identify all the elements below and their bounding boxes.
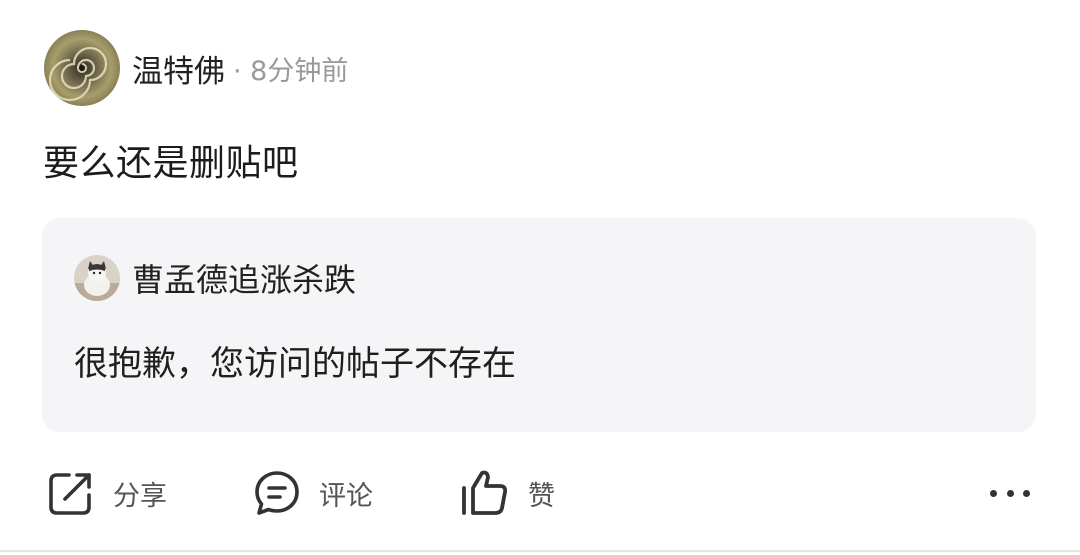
action-bar: 分享 评论 赞 — [0, 462, 1080, 524]
more-button[interactable] — [990, 478, 1030, 508]
bottom-divider — [0, 550, 1080, 552]
more-dot — [1006, 489, 1014, 497]
post-header: 温特佛 · 8分钟前 — [44, 30, 348, 106]
share-button[interactable]: 分享 — [47, 462, 167, 524]
comment-label: 评论 — [319, 480, 373, 512]
like-button[interactable]: 赞 — [460, 462, 555, 524]
share-label: 分享 — [113, 480, 167, 512]
quoted-author-avatar[interactable] — [74, 255, 120, 301]
author-name[interactable]: 温特佛 — [132, 46, 225, 91]
comment-button[interactable]: 评论 — [253, 462, 373, 524]
post-time: · 8分钟前 — [233, 55, 349, 87]
cat-avatar-icon — [74, 255, 120, 301]
post-card: 温特佛 · 8分钟前 要么还是删贴吧 曹孟德追涨杀跌 很抱歉，您访问的帖子不存在… — [0, 0, 1080, 555]
post-content: 要么还是删贴吧 — [43, 143, 299, 184]
quoted-post-content: 很抱歉，您访问的帖子不存在 — [74, 344, 516, 384]
quoted-author-name[interactable]: 曹孟德追涨杀跌 — [132, 255, 356, 301]
share-icon — [49, 473, 91, 515]
thumbs-up-icon — [462, 470, 508, 515]
like-label: 赞 — [528, 480, 555, 512]
quoted-author: 曹孟德追涨杀跌 — [74, 255, 356, 301]
more-dot — [1023, 489, 1030, 497]
author-avatar[interactable] — [44, 30, 120, 106]
quoted-post[interactable]: 曹孟德追涨杀跌 很抱歉，您访问的帖子不存在 — [42, 218, 1036, 432]
more-dots-icon — [990, 489, 997, 497]
comment-icon — [255, 471, 299, 515]
shell-avatar-icon — [44, 30, 120, 106]
